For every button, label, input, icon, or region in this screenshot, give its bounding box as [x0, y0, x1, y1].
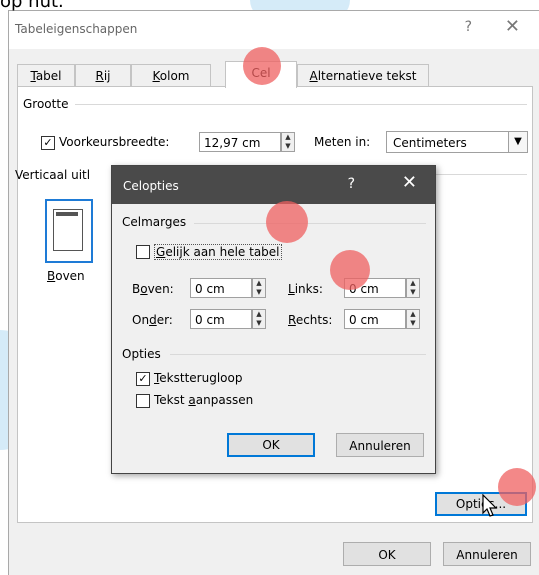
left-margin-label: Links: [288, 282, 323, 296]
wrap-text-checkbox[interactable]: ✓ [136, 372, 150, 386]
vertical-alignment-label: Verticaal uitl [15, 168, 91, 182]
highlight-marker [498, 468, 536, 506]
divider [75, 104, 527, 105]
tab-rij[interactable]: Rij [75, 64, 131, 87]
tab-alternatieve-tekst[interactable]: Alternatieve tekst [297, 64, 429, 87]
mouse-cursor-icon [482, 494, 498, 517]
preferred-width-spinner[interactable]: ▲ ▼ [281, 132, 295, 152]
same-as-table-label[interactable]: Gelijk aan hele tabel [154, 244, 282, 260]
same-as-table-checkbox[interactable] [136, 245, 150, 259]
bottom-margin-spinner[interactable]: ▲ ▼ [252, 309, 266, 329]
highlight-marker [330, 250, 370, 290]
right-margin-spinner[interactable]: ▲ ▼ [406, 309, 420, 329]
cell-options-ok-button[interactable]: OK [227, 433, 315, 457]
ok-button[interactable]: OK [343, 542, 431, 566]
right-margin-input[interactable]: 0 cm [344, 309, 406, 329]
right-margin-label: Rechts: [288, 313, 333, 327]
cell-options-title: Celopties [123, 179, 179, 193]
dialog-titlebar: Tabeleigenschappen ? ✕ [9, 11, 539, 49]
options-group-label: Opties [122, 347, 161, 361]
help-icon[interactable]: ? [465, 19, 472, 35]
cell-options-cancel-button[interactable]: Annuleren [336, 433, 424, 457]
left-margin-spinner[interactable]: ▲ ▼ [406, 278, 420, 298]
close-icon[interactable]: ✕ [505, 16, 520, 37]
divider [170, 354, 426, 355]
tab-tabel[interactable]: Tabel [17, 64, 75, 87]
preferred-width-label: Voorkeursbreedte: [59, 135, 170, 149]
tab-kolom[interactable]: Kolom [131, 64, 211, 87]
top-margin-label: Boven: [132, 282, 174, 296]
bottom-margin-label: Onder: [132, 313, 173, 327]
size-group-label: Grootte [23, 97, 69, 111]
close-icon[interactable]: ✕ [402, 172, 417, 193]
page-caption-fragment: op nut. [0, 0, 64, 12]
wrap-text-label[interactable]: Tekstterugloop [154, 371, 242, 385]
bottom-margin-input[interactable]: 0 cm [190, 309, 252, 329]
preferred-width-input[interactable]: 12,97 cm [199, 132, 281, 152]
chevron-down-icon[interactable]: ▼ [508, 132, 527, 152]
fit-text-label[interactable]: Tekst aanpassen [154, 393, 253, 407]
cell-options-titlebar: Celopties ? ✕ [112, 166, 435, 204]
divider [434, 174, 527, 175]
measure-in-value: Centimeters [393, 136, 467, 150]
align-top-icon [53, 209, 83, 251]
highlight-marker [243, 47, 281, 85]
measure-in-label: Meten in: [314, 135, 371, 149]
fit-text-checkbox[interactable] [136, 394, 150, 408]
measure-in-select[interactable]: Centimeters ▼ [386, 131, 528, 153]
top-margin-input[interactable]: 0 cm [190, 278, 252, 298]
top-margin-spinner[interactable]: ▲ ▼ [252, 278, 266, 298]
divider [194, 223, 426, 224]
preferred-width-checkbox[interactable]: ✓ [41, 136, 55, 150]
highlight-marker [266, 201, 308, 243]
help-icon[interactable]: ? [348, 176, 355, 192]
align-top-option[interactable] [45, 199, 93, 263]
cancel-button[interactable]: Annuleren [443, 542, 531, 566]
dialog-title: Tabeleigenschappen [15, 22, 138, 36]
cell-margins-group-label: Celmarges [122, 215, 187, 229]
align-top-label: Boven [47, 269, 85, 283]
